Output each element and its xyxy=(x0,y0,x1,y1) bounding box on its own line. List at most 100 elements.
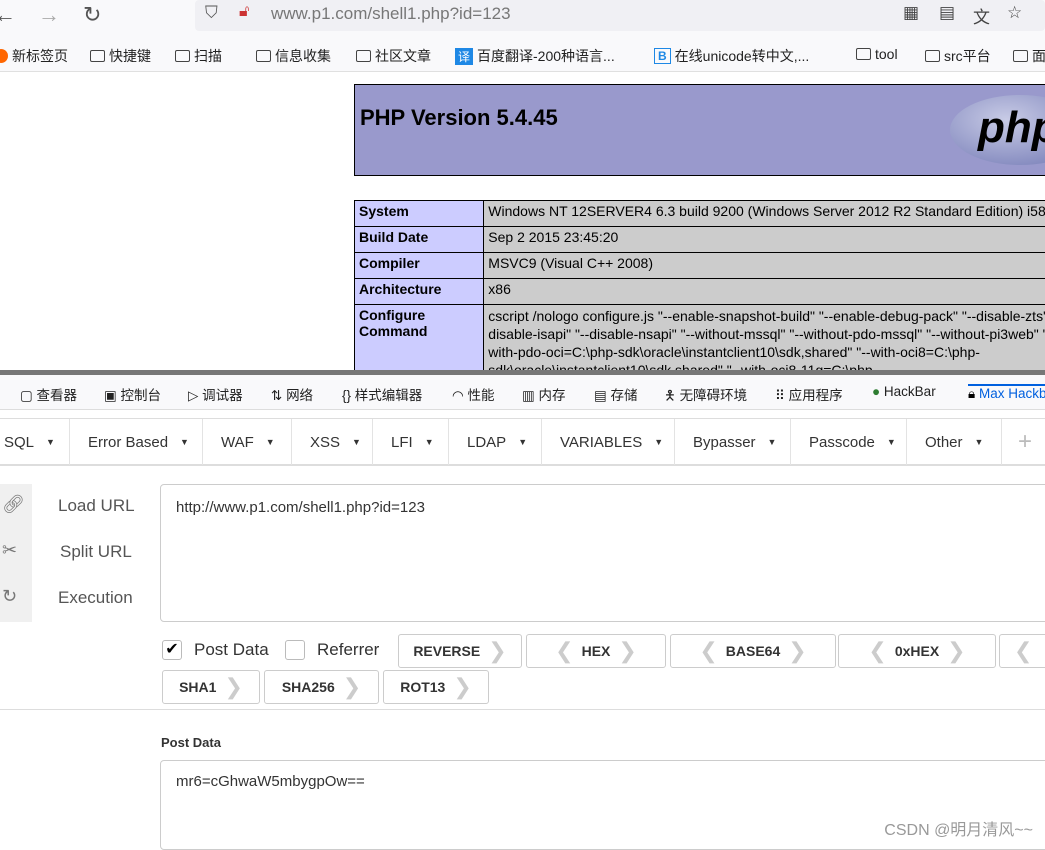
row-key: Compiler xyxy=(355,253,484,279)
menu-sql[interactable]: SQL ▼ xyxy=(0,419,70,465)
tab-inspector[interactable]: ▢ 查看器 xyxy=(20,384,77,404)
url-text[interactable]: www.p1.com/shell1.php?id=123 xyxy=(271,4,511,24)
page-title: PHP Version 5.4.45 xyxy=(360,105,558,131)
tab-style-editor[interactable]: {} 样式编辑器 xyxy=(342,384,422,404)
menu-variables[interactable]: VARIABLES▼ xyxy=(542,419,675,465)
menu-label: VARIABLES xyxy=(560,434,642,451)
tab-label: 查看器 xyxy=(37,388,78,403)
folder-icon xyxy=(856,48,871,60)
tab-performance[interactable]: ◠ 性能 xyxy=(452,384,495,404)
encoder-button[interactable]: ❮ xyxy=(999,634,1045,668)
menu-label: LDAP xyxy=(467,434,506,451)
tab-network[interactable]: ⇅ 网络 xyxy=(271,384,313,404)
bookmark[interactable]: 信息收集 xyxy=(256,46,331,66)
bookmark[interactable]: 面 xyxy=(1013,46,1045,66)
tab-label: 应用程序 xyxy=(789,388,843,403)
menu-label: Passcode xyxy=(809,434,875,451)
address-bar[interactable]: ⛉ 🔓︎ www.p1.com/shell1.php?id=123 ▦ ▤ 文 … xyxy=(195,0,1045,31)
sha256-button[interactable]: SHA256❯ xyxy=(264,670,379,704)
post-data-value: mr6=cGhwaW5mbygpOw== xyxy=(176,773,365,790)
scissors-icon[interactable]: ✂ xyxy=(2,540,17,561)
firefox-icon xyxy=(0,49,8,63)
star-icon[interactable]: ☆ xyxy=(1007,3,1022,23)
refresh-icon[interactable]: ↻ xyxy=(2,586,17,607)
bookmark[interactable]: 社区文章 xyxy=(356,46,431,66)
tab-accessibility[interactable]: 🯅︎ 无障碍环境 xyxy=(664,384,747,409)
menu-label: Error Based xyxy=(88,434,168,451)
link-icon[interactable]: 🔗︎ xyxy=(2,494,25,515)
tab-hackbar[interactable]: ● HackBar xyxy=(872,384,936,399)
tab-label: 无障碍环境 xyxy=(680,388,748,403)
execution-button[interactable]: Execution xyxy=(58,588,133,608)
tab-debugger[interactable]: ▷ 调试器 xyxy=(188,384,243,404)
bookmark[interactable]: src平台 xyxy=(925,46,991,66)
menu-error-based[interactable]: Error Based▼ xyxy=(70,419,203,465)
menu-ldap[interactable]: LDAP ▼ xyxy=(449,419,542,465)
rot13-button[interactable]: ROT13 ❯ xyxy=(383,670,489,704)
menu-label: Bypasser xyxy=(693,434,756,451)
referrer-checkbox[interactable] xyxy=(285,640,305,660)
row-key: Architecture xyxy=(355,279,484,305)
shield-icon[interactable]: ⛉ xyxy=(205,3,218,23)
load-url-button[interactable]: Load URL xyxy=(58,496,135,516)
bookmark-label: 面 xyxy=(1032,46,1045,66)
bookmark-label: tool xyxy=(875,46,898,62)
reverse-button[interactable]: REVERSE❯ xyxy=(398,634,522,668)
chevron-right-icon: ❯ xyxy=(947,638,965,664)
caret-down-icon: ▼ xyxy=(46,437,55,447)
bookmark[interactable]: 新标签页 xyxy=(0,46,68,66)
phpinfo-header: PHP Version 5.4.45 php xyxy=(354,84,1045,176)
menu-xss[interactable]: XSS▼ xyxy=(292,419,373,465)
menu-label: SQL xyxy=(4,434,34,451)
tab-label: 性能 xyxy=(468,388,495,403)
reader-view-icon[interactable]: ▤ xyxy=(939,3,955,23)
caret-down-icon: ▼ xyxy=(518,437,527,447)
tab-application[interactable]: ⠿ 应用程序 xyxy=(775,384,843,404)
back-icon[interactable]: ← xyxy=(0,2,16,28)
button-label: 0xHEX xyxy=(895,643,939,659)
hackbar-icon: ● xyxy=(872,384,880,399)
hex-button[interactable]: ❮HEX❯ xyxy=(526,634,666,668)
row-key: Build Date xyxy=(355,227,484,253)
url-input[interactable]: http://www.p1.com/shell1.php?id=123 xyxy=(160,484,1045,622)
reload-icon[interactable]: ↻ xyxy=(83,2,101,28)
post-data-label: Post Data xyxy=(161,735,221,750)
plus-icon[interactable]: + xyxy=(1000,419,1045,465)
row-value: Sep 2 2015 23:45:20 xyxy=(484,227,1045,253)
tab-label: 调试器 xyxy=(202,388,243,403)
folder-icon xyxy=(356,50,371,62)
insecure-lock-icon[interactable]: 🔓︎ xyxy=(239,3,249,21)
menu-label: WAF xyxy=(221,434,254,451)
menu-other[interactable]: Other▼ xyxy=(907,419,1002,465)
qr-code-icon[interactable]: ▦ xyxy=(903,3,919,23)
menu-waf[interactable]: WAF▼ xyxy=(203,419,292,465)
chevron-right-icon: ❯ xyxy=(453,674,471,700)
split-url-button[interactable]: Split URL xyxy=(60,542,132,562)
bookmark[interactable]: 快捷键 xyxy=(90,46,151,66)
browser-toolbar: ← → ↻ ⛉ 🔓︎ www.p1.com/shell1.php?id=123 … xyxy=(0,0,1045,38)
bookmark[interactable]: B在线unicode转中文,... xyxy=(654,46,809,66)
menu-lfi[interactable]: LFI▼ xyxy=(373,419,449,465)
forward-icon[interactable]: → xyxy=(38,2,60,28)
0xhex-button[interactable]: ❮0xHEX❯ xyxy=(838,634,996,668)
tab-max-hackbar[interactable]: 🔒︎ Max Hackbar xyxy=(968,384,1045,402)
chevron-left-icon: ❮ xyxy=(1014,638,1032,664)
bookmark-label: 社区文章 xyxy=(375,46,431,66)
tab-console[interactable]: ▣ 控制台 xyxy=(104,384,161,404)
bookmark-label: 扫描 xyxy=(194,46,222,66)
bookmark[interactable]: 扫描 xyxy=(175,46,222,66)
sha1-button[interactable]: SHA1❯ xyxy=(162,670,260,704)
base64-button[interactable]: ❮BASE64❯ xyxy=(670,634,836,668)
bookmark[interactable]: tool xyxy=(856,46,898,62)
button-label: ROT13 xyxy=(400,679,445,695)
post-data-checkbox[interactable]: ✔ xyxy=(162,640,182,660)
menu-passcode[interactable]: Passcode▼ xyxy=(791,419,907,465)
tab-memory[interactable]: ▥ 内存 xyxy=(522,384,566,404)
divider xyxy=(0,709,1045,710)
translate-icon[interactable]: 文 xyxy=(973,3,990,28)
chevron-right-icon: ❯ xyxy=(343,674,361,700)
bookmark[interactable]: 译百度翻译-200种语言... xyxy=(455,46,615,66)
tab-storage[interactable]: ▤ 存储 xyxy=(594,384,638,404)
menu-label: XSS xyxy=(310,434,340,451)
menu-bypasser[interactable]: Bypasser▼ xyxy=(675,419,791,465)
